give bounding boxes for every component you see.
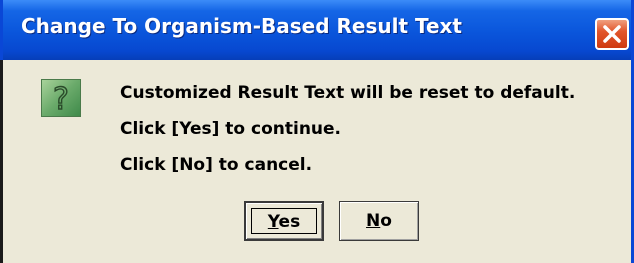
no-label-rest: o	[380, 211, 392, 231]
close-button[interactable]	[595, 18, 629, 50]
question-icon: ?	[41, 79, 81, 117]
message-line: Customized Result Text will be reset to …	[120, 83, 576, 103]
yes-button-label: Yes	[268, 212, 300, 232]
no-button[interactable]: No	[339, 201, 419, 241]
close-x-icon	[603, 25, 621, 43]
yes-button[interactable]: Yes	[244, 201, 324, 241]
title-bar[interactable]: Change To Organism-Based Result Text	[3, 0, 631, 60]
message-line: Click [No] to cancel.	[120, 155, 313, 175]
window-edge	[0, 60, 3, 263]
dialog-title: Change To Organism-Based Result Text	[21, 14, 462, 38]
no-button-label: No	[366, 211, 392, 231]
no-mnemonic: N	[366, 211, 381, 231]
yes-mnemonic: Y	[267, 212, 279, 232]
message-line: Click [Yes] to continue.	[120, 119, 342, 139]
dialog-window: Change To Organism-Based Result Text ? C…	[0, 0, 634, 263]
yes-label-rest: es	[278, 212, 301, 232]
svg-text:?: ?	[53, 82, 69, 116]
